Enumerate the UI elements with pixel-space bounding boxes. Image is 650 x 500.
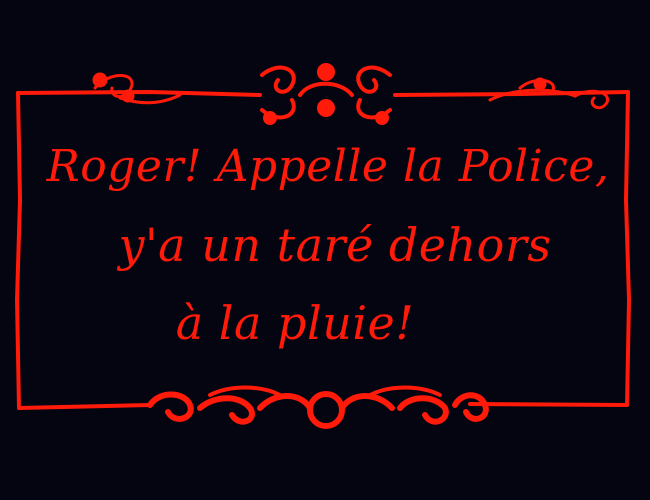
caption-text: Roger! Appelle la Police, y'a un taré de… [20,128,630,362]
title-card: Roger! Appelle la Police, y'a un taré de… [0,0,650,500]
caption-line-3: à la pluie! [175,296,415,350]
caption-line-2: y'a un taré dehors [118,218,552,272]
caption-line-1: Roger! Appelle la Police, [46,141,610,192]
bottom-flourish [147,385,489,429]
top-left-flourish [92,72,182,105]
top-center-flourish [260,63,392,125]
frame-top-line [16,90,630,97]
frame-bottom-line [17,402,629,410]
